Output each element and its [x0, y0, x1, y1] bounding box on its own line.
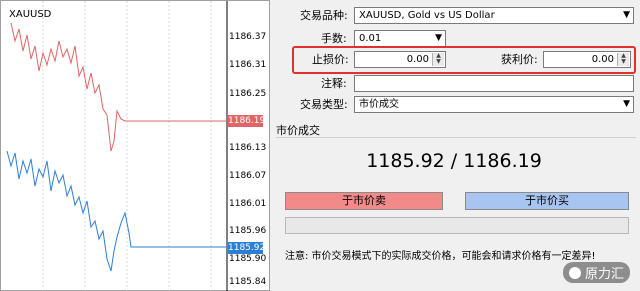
stop-loss-value: 0.00: [406, 54, 429, 65]
chart-symbol: XAUUSD: [9, 9, 52, 20]
chevron-down-icon: ▼: [435, 33, 442, 43]
watermark-text: 原力汇: [584, 267, 624, 282]
price-tick-label: 1186.31: [229, 60, 267, 70]
price-tick-label: 1186.37: [229, 32, 267, 42]
watermark: 原力汇: [562, 262, 630, 283]
order-type-select[interactable]: 市价成交 ▼: [354, 96, 634, 113]
symbol-label: 交易品种:: [300, 9, 348, 22]
chevron-down-icon: ▼: [623, 10, 630, 20]
stop-loss-label: 止损价:: [312, 53, 349, 66]
watermark-logo-icon: [568, 267, 581, 279]
ask-price-tag: 1186.19: [228, 115, 266, 127]
bid-price-line: [6, 150, 227, 272]
buy-market-button[interactable]: 于市价买: [465, 192, 629, 210]
spinner-icon[interactable]: ▲ ▼: [432, 53, 444, 66]
take-profit-input[interactable]: 0.00 ▲ ▼: [543, 51, 631, 68]
take-profit-value: 0.00: [591, 54, 614, 65]
execution-note: 注意: 市价交易模式下的实际成交价格，可能会和请求价格有一定差异!: [285, 251, 596, 262]
price-tick-label: 1186.01: [229, 199, 267, 209]
volume-select-value: 0.01: [359, 33, 382, 44]
spinner-icon[interactable]: ▲ ▼: [617, 53, 629, 66]
order-type-label: 交易类型:: [300, 98, 348, 111]
price-tick-label: 1186.07: [229, 171, 267, 181]
price-tick-label: 1185.96: [229, 226, 267, 236]
stop-loss-input[interactable]: 0.00 ▲ ▼: [354, 51, 446, 68]
symbol-select-value: XAUUSD, Gold vs US Dollar: [359, 10, 495, 21]
price-chart: XAUUSD 1186.37 1186.31 1186.25 1186.19 1…: [0, 0, 270, 291]
volume-label: 手数:: [321, 32, 347, 45]
price-tick-label: 1185.84: [229, 277, 267, 287]
price-tick-label: 1186.13: [229, 143, 267, 153]
execution-progress-bar: [285, 217, 629, 234]
volume-select[interactable]: 0.01 ▼: [354, 30, 446, 47]
price-tick-label: 1185.90: [229, 254, 267, 264]
order-type-value: 市价成交: [359, 99, 399, 110]
sell-market-button[interactable]: 于市价卖: [285, 192, 443, 210]
symbol-select[interactable]: XAUUSD, Gold vs US Dollar ▼: [354, 7, 634, 24]
chevron-down-icon: ▼: [623, 99, 630, 109]
comment-label: 注释:: [321, 77, 347, 90]
section-divider: [276, 137, 636, 138]
section-title: 市价成交: [276, 124, 320, 137]
bid-ask-quote: 1185.92 / 1186.19: [366, 150, 542, 172]
price-tick-label: 1186.25: [229, 89, 267, 99]
comment-input[interactable]: [354, 75, 634, 92]
bid-price-tag: 1185.92: [228, 242, 266, 254]
take-profit-label: 获利价:: [501, 53, 538, 66]
